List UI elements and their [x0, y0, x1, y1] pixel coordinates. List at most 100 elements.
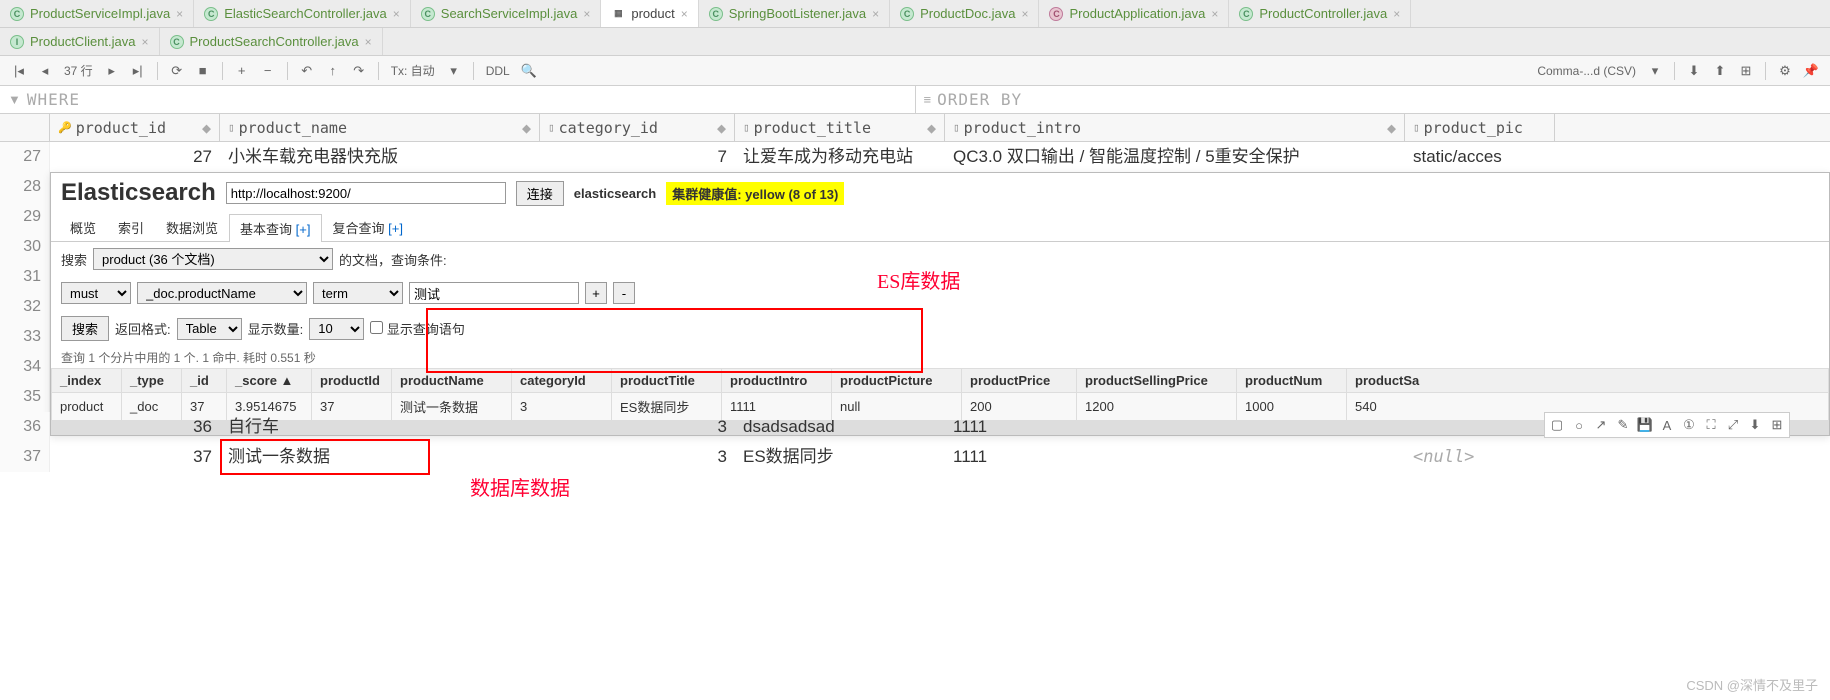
grid-icon[interactable]: ⊞: [1767, 415, 1787, 435]
rect-icon[interactable]: ▢: [1547, 415, 1567, 435]
es-data-label: ES库数据: [877, 265, 960, 294]
search-button[interactable]: 搜索: [61, 316, 109, 341]
ddl-button[interactable]: DDL: [482, 64, 514, 78]
op-select[interactable]: term: [313, 282, 403, 304]
orderby-filter[interactable]: ≡ ORDER BY: [916, 86, 1830, 113]
es-tab-basic-query[interactable]: 基本查询 [+]: [229, 214, 321, 242]
redo-icon[interactable]: ↷: [348, 60, 370, 82]
chevron-down-icon[interactable]: ▾: [1644, 60, 1666, 82]
es-url-input[interactable]: [226, 182, 506, 204]
chevron-down-icon[interactable]: ▾: [443, 60, 465, 82]
annotation-toolbar: ▢ ○ ↗ ✎ 💾 A ① ⛶ ⤢ ⬇ ⊞: [1544, 412, 1790, 438]
tab-product-db[interactable]: ▦product×: [601, 0, 698, 27]
es-tabs: 概览 索引 数据浏览 基本查询 [+] 复合查询 [+]: [51, 213, 1829, 242]
delete-row-icon[interactable]: −: [257, 60, 279, 82]
tab-file[interactable]: IProductClient.java×: [0, 28, 160, 55]
tab-file[interactable]: CElasticSearchController.java×: [194, 0, 411, 27]
close-icon[interactable]: ×: [872, 7, 879, 21]
watermark: CSDN @深情不及里子: [1686, 675, 1818, 694]
export-format[interactable]: Comma-...d (CSV): [1533, 64, 1640, 78]
close-icon[interactable]: ×: [1021, 7, 1028, 21]
row-indicator[interactable]: 37 行: [60, 62, 97, 79]
where-filter[interactable]: ▼ WHERE: [0, 86, 916, 113]
result-info: 查询 1 个分片中用的 1 个. 1 命中. 耗时 0.551 秒: [51, 347, 1829, 368]
column-icon: ▯: [228, 121, 235, 134]
grid-body: 27 27 小米车载充电器快充版 7 让爱车成为移动充电站 QC3.0 双口输出…: [0, 142, 1830, 472]
layout-icon[interactable]: ⊞: [1735, 60, 1757, 82]
editor-tabs-row1: CProductServiceImpl.java× CElasticSearch…: [0, 0, 1830, 28]
tab-file[interactable]: CSpringBootListener.java×: [699, 0, 890, 27]
es-tab-overview[interactable]: 概览: [59, 213, 107, 241]
text-icon[interactable]: A: [1657, 415, 1677, 435]
col-product-title[interactable]: ▯product_title◆: [735, 114, 945, 141]
value-input[interactable]: [409, 282, 579, 304]
table-icon: ▦: [611, 7, 625, 21]
close-icon[interactable]: ×: [176, 7, 183, 21]
add-clause-button[interactable]: +: [585, 282, 607, 304]
tab-file[interactable]: CProductServiceImpl.java×: [0, 0, 194, 27]
save-icon[interactable]: 💾: [1635, 415, 1655, 435]
bool-select[interactable]: must: [61, 282, 131, 304]
tab-file[interactable]: CProductSearchController.java×: [160, 28, 383, 55]
es-tab-compound-query[interactable]: 复合查询 [+]: [322, 213, 414, 241]
close-icon[interactable]: ×: [142, 35, 149, 49]
close-icon[interactable]: ×: [365, 35, 372, 49]
es-title: Elasticsearch: [61, 179, 216, 207]
table-row[interactable]: 36 36 自行车 3 dsadsadsad 1111 ▢ ○ ↗ ✎ 💾 A …: [0, 412, 1830, 442]
refresh-icon[interactable]: ⟳: [166, 60, 188, 82]
tab-file[interactable]: CProductApplication.java×: [1039, 0, 1229, 27]
tab-file[interactable]: CProductController.java×: [1229, 0, 1411, 27]
col-product-pic[interactable]: ▯product_pic: [1405, 114, 1555, 141]
close-icon[interactable]: ×: [393, 7, 400, 21]
es-head-panel: Elasticsearch 连接 elasticsearch 集群健康值: ye…: [50, 172, 1830, 436]
filter-row: ▼ WHERE ≡ ORDER BY: [0, 86, 1830, 114]
remove-clause-button[interactable]: -: [613, 282, 635, 304]
number-icon[interactable]: ①: [1679, 415, 1699, 435]
close-icon[interactable]: ×: [1211, 7, 1218, 21]
tx-mode[interactable]: Tx: 自动: [387, 62, 439, 79]
pencil-icon[interactable]: ✎: [1613, 415, 1633, 435]
row-gutter: 27: [0, 142, 50, 172]
fullscreen-icon[interactable]: ⤢: [1723, 415, 1743, 435]
field-select[interactable]: _doc.productName: [137, 282, 307, 304]
col-category-id[interactable]: ▯category_id◆: [540, 114, 735, 141]
close-icon[interactable]: ×: [1393, 7, 1400, 21]
upload-icon[interactable]: ⬆: [1709, 60, 1731, 82]
gear-icon[interactable]: ⚙: [1774, 60, 1796, 82]
first-row-icon[interactable]: |◂: [8, 60, 30, 82]
next-row-icon[interactable]: ▸: [101, 60, 123, 82]
expand-icon[interactable]: ⛶: [1701, 415, 1721, 435]
close-icon[interactable]: ×: [583, 7, 590, 21]
filter-icon: ▼: [8, 92, 21, 107]
commit-icon[interactable]: ↑: [322, 60, 344, 82]
pin-icon[interactable]: 📌: [1800, 60, 1822, 82]
download-icon[interactable]: ⬇: [1745, 415, 1765, 435]
last-row-icon[interactable]: ▸|: [127, 60, 149, 82]
prev-row-icon[interactable]: ◂: [34, 60, 56, 82]
undo-icon[interactable]: ↶: [296, 60, 318, 82]
close-icon[interactable]: ×: [681, 7, 688, 21]
tab-file[interactable]: CSearchServiceImpl.java×: [411, 0, 602, 27]
tab-file[interactable]: CProductDoc.java×: [890, 0, 1039, 27]
circle-icon[interactable]: ○: [1569, 415, 1589, 435]
format-select[interactable]: Table: [177, 318, 242, 340]
connect-button[interactable]: 连接: [516, 181, 564, 206]
stop-icon[interactable]: ■: [192, 60, 214, 82]
arrow-icon[interactable]: ↗: [1591, 415, 1611, 435]
col-product-id[interactable]: 🔑product_id◆: [50, 114, 220, 141]
search-icon[interactable]: 🔍: [518, 60, 540, 82]
db-toolbar: |◂ ◂ 37 行 ▸ ▸| ⟳ ■ + − ↶ ↑ ↷ Tx: 自动 ▾ DD…: [0, 56, 1830, 86]
download-icon[interactable]: ⬇: [1683, 60, 1705, 82]
index-select[interactable]: product (36 个文档): [93, 248, 333, 270]
table-row[interactable]: 37 37 测试一条数据 3 ES数据同步 1111 <null>: [0, 442, 1830, 472]
es-tab-browse[interactable]: 数据浏览: [155, 213, 229, 241]
col-product-name[interactable]: ▯product_name◆: [220, 114, 540, 141]
table-row[interactable]: 27 27 小米车载充电器快充版 7 让爱车成为移动充电站 QC3.0 双口输出…: [0, 142, 1830, 172]
es-tab-indices[interactable]: 索引: [107, 213, 155, 241]
add-row-icon[interactable]: +: [231, 60, 253, 82]
show-query-checkbox[interactable]: 显示查询语句: [370, 319, 465, 338]
column-icon: ▯: [1413, 121, 1420, 134]
size-select[interactable]: 10: [309, 318, 364, 340]
col-product-intro[interactable]: ▯product_intro◆: [945, 114, 1405, 141]
cluster-name: elasticsearch: [574, 186, 656, 201]
